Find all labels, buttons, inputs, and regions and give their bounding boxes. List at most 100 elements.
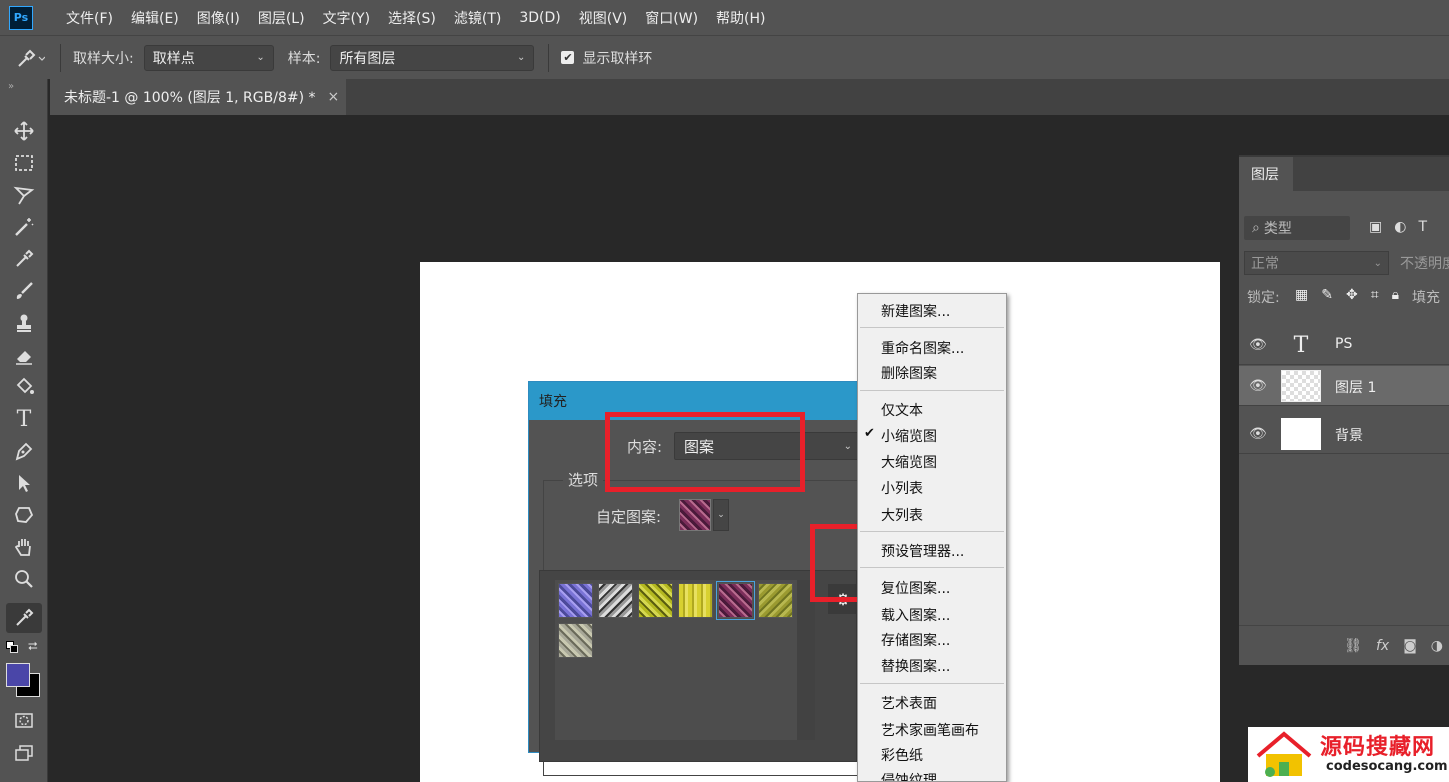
tab-layers[interactable]: 图层 [1239,157,1293,191]
default-colors-icon[interactable] [6,641,18,653]
pattern-swatch[interactable] [678,583,713,618]
custom-pattern-label: 自定图案: [596,508,662,526]
adjustment-layer-icon[interactable]: ◑ [1431,638,1443,654]
content-value: 图案 [684,437,715,456]
menu-help[interactable]: 帮助(H) [707,8,774,28]
shape-tool[interactable] [6,500,42,530]
menu-item-artist-surfaces[interactable]: 艺术表面 [881,693,937,713]
close-icon[interactable]: × [328,89,340,105]
menu-edit[interactable]: 编辑(E) [122,8,188,28]
menu-item-artist-brush-canvas[interactable]: 艺术家画笔画布 [881,720,979,740]
menu-item-small-list[interactable]: 小列表 [881,478,923,498]
tool-preset-picker[interactable] [0,36,60,80]
menu-item-small-thumbnail[interactable]: 小缩览图 [881,426,937,446]
custom-pattern-dropdown[interactable]: ⌄ [713,499,729,531]
pattern-swatch[interactable] [598,583,633,618]
menu-view[interactable]: 视图(V) [570,8,637,28]
adjustment-filter-icon[interactable]: ◐ [1394,219,1406,235]
stamp-tool[interactable] [6,308,42,338]
marquee-tool[interactable] [6,148,42,178]
eyedropper-tool[interactable] [6,603,42,633]
move-icon [14,121,34,141]
path-select-tool[interactable] [6,468,42,498]
eyedropper-retouch-tool[interactable] [6,244,42,274]
magic-wand-icon [15,218,34,236]
pattern-swatch[interactable] [558,623,593,658]
layer-row-background[interactable]: 👁︎ 背景 [1239,414,1449,454]
hand-tool[interactable] [6,532,42,562]
pattern-swatch[interactable] [558,583,593,618]
opacity-label: 不透明度 [1400,256,1449,272]
eye-icon[interactable]: 👁︎ [1249,426,1267,442]
lock-position-icon[interactable]: ✥ [1346,287,1358,307]
menu-3d[interactable]: 3D(D) [510,10,569,26]
collapse-icon[interactable]: » [8,81,14,92]
menu-item-color-paper[interactable]: 彩色纸 [881,745,923,765]
type-tool[interactable]: T [6,404,42,434]
pen-icon [15,442,33,461]
menu-type[interactable]: 文字(Y) [314,8,379,28]
lasso-tool[interactable] [6,180,42,210]
lock-all-icon[interactable]: 🔒︎ [1392,287,1399,307]
sample-select[interactable]: 所有图层 ⌄ [330,44,535,71]
layer-row-ps[interactable]: 👁︎ T PS [1239,325,1449,365]
pattern-picker: ⚙ [539,570,858,762]
menu-image[interactable]: 图像(I) [188,8,249,28]
eye-icon[interactable]: 👁︎ [1249,378,1267,394]
zoom-tool[interactable] [6,564,42,594]
type-filter-icon[interactable]: T [1418,219,1427,235]
quick-mask-button[interactable] [6,705,42,735]
layer-filter-select[interactable]: ⌕ 类型 [1244,216,1350,240]
menu-item-rename-pattern[interactable]: 重命名图案... [881,338,964,358]
paint-bucket-tool[interactable] [6,372,42,402]
menu-item-reset-patterns[interactable]: 复位图案... [881,578,950,598]
content-select[interactable]: 图案 ⌄ [674,432,859,460]
pattern-swatch-selected[interactable] [716,581,755,620]
eye-icon[interactable]: 👁︎ [1249,337,1267,353]
fx-icon[interactable]: fx [1376,638,1389,654]
swap-colors-icon[interactable]: ⮂ [28,639,38,654]
move-tool[interactable] [6,116,42,146]
menu-item-text-only[interactable]: 仅文本 [881,400,923,420]
menu-layer[interactable]: 图层(L) [249,8,314,28]
pattern-swatch[interactable] [758,583,793,618]
menu-filter[interactable]: 滤镜(T) [445,8,510,28]
mask-icon[interactable]: ◙ [1403,638,1417,654]
menu-item-large-thumbnail[interactable]: 大缩览图 [881,452,937,472]
menu-item-save-patterns[interactable]: 存储图案... [881,630,950,650]
brush-tool[interactable] [6,276,42,306]
layers-panel: 图层 ⌕ 类型 ▣ ◐ T 正常 ⌄ 不透明度 锁定: ▦ ✎ ✥ ⌗ 🔒︎ 填… [1239,155,1449,665]
show-ring-checkbox[interactable]: ✔ [561,51,575,64]
sample-size-select[interactable]: 取样点 ⌄ [143,44,274,71]
menu-item-preset-manager[interactable]: 预设管理器... [881,541,964,561]
pattern-scrollbar[interactable] [797,580,815,740]
eyedropper-icon [18,49,45,67]
tools-panel: » T ⮂ [0,79,48,782]
menu-item-erodible-textures[interactable]: 侵蚀纹理 [881,770,937,781]
menu-select[interactable]: 选择(S) [379,8,445,28]
lock-transparent-icon[interactable]: ▦ [1295,287,1308,307]
pattern-settings-button[interactable]: ⚙ [828,584,858,614]
menu-item-replace-patterns[interactable]: 替换图案... [881,656,950,676]
menu-item-delete-pattern[interactable]: 删除图案 [881,363,937,383]
custom-pattern-swatch[interactable] [679,499,711,531]
menu-item-new-pattern[interactable]: 新建图案... [881,301,950,321]
lock-artboard-icon[interactable]: ⌗ [1371,287,1379,307]
menu-item-large-list[interactable]: 大列表 [881,505,923,525]
document-tab[interactable]: 未标题-1 @ 100% (图层 1, RGB/8#) * × [50,79,346,115]
pattern-swatch[interactable] [638,583,673,618]
image-filter-icon[interactable]: ▣ [1369,219,1382,235]
blend-mode-select[interactable]: 正常 ⌄ [1244,251,1389,275]
link-icon[interactable]: ⛓ [1344,638,1362,654]
lock-pixels-icon[interactable]: ✎ [1321,287,1333,307]
menu-window[interactable]: 窗口(W) [636,8,707,28]
chevron-down-icon: ⌄ [517,52,526,63]
pen-tool[interactable] [6,436,42,466]
screen-mode-button[interactable] [6,738,42,768]
eraser-tool[interactable] [6,340,42,370]
menu-item-load-patterns[interactable]: 载入图案... [881,605,950,625]
menu-file[interactable]: 文件(F) [57,8,122,28]
magic-wand-tool[interactable] [6,212,42,242]
layer-row-layer1[interactable]: 👁︎ 图层 1 [1239,366,1449,406]
foreground-color-swatch[interactable] [6,663,30,687]
